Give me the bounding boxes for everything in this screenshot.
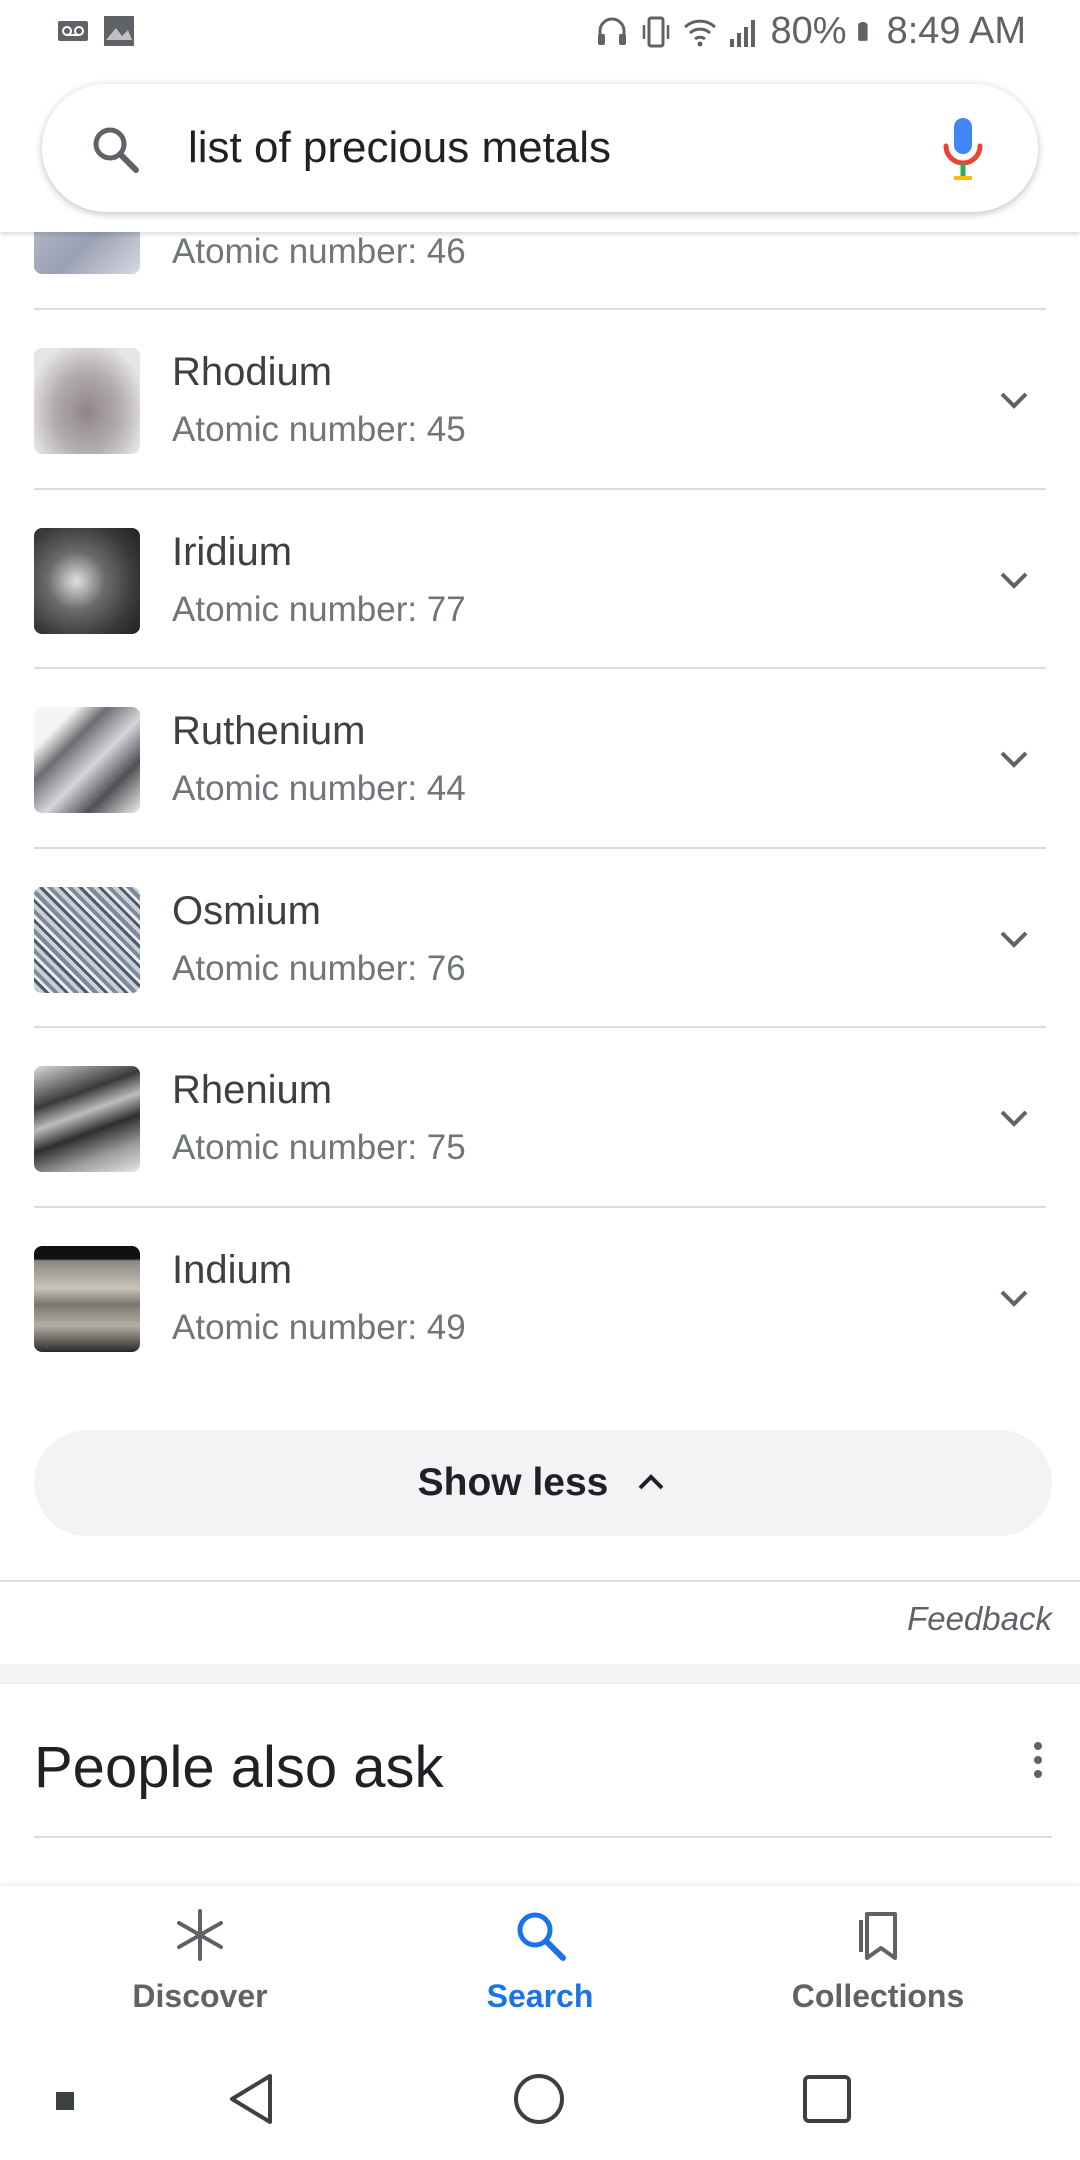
more-options-icon[interactable] [1032,1740,1044,1780]
atomic-number: Atomic number: 44 [172,769,466,808]
image-notification-icon [104,16,134,46]
signal-icon [729,19,755,47]
list-item[interactable]: Indium Atomic number: 49 [34,1208,1046,1388]
bottom-navigation: Discover Search Collections [0,1886,1080,2046]
nav-search[interactable]: Search [410,1906,670,2015]
system-navigation-bar [0,2046,1080,2160]
indium-thumbnail [34,1245,140,1352]
search-box[interactable] [42,84,1038,212]
atomic-number: Atomic number: 76 [172,948,466,988]
atomic-number: Atomic number: 49 [172,1307,466,1347]
nav-collections-label: Collections [791,1978,965,2014]
small-square-icon[interactable] [54,2090,76,2112]
iridium-thumbnail [34,527,140,634]
wifi-icon [683,19,716,46]
status-left-icons [56,14,136,48]
recents-square-icon[interactable] [800,2072,854,2126]
chevron-up-icon [638,1474,664,1490]
voicemail-icon [58,21,88,41]
atomic-number: Atomic number: 46 [172,232,466,271]
search-input[interactable] [188,112,868,184]
chevron-down-icon[interactable] [996,741,1032,777]
battery-icon [857,21,868,41]
list-item[interactable]: Ruthenium Atomic number: 44 [34,669,1046,849]
feedback-link[interactable]: Feedback [907,1600,1052,1638]
status-right-icons: 80% 8:49 AM [595,10,1026,53]
chevron-down-icon[interactable] [996,1100,1032,1136]
atomic-number: Atomic number: 77 [172,589,466,629]
status-bar: 80% 8:49 AM [0,0,1080,66]
metal-name: Ruthenium [172,709,366,753]
metal-name: Rhenium [172,1068,333,1112]
chevron-down-icon[interactable] [996,1280,1032,1316]
rhodium-thumbnail [34,348,140,454]
osmium-thumbnail [34,886,140,993]
list-item[interactable]: Rhodium Atomic number: 45 [34,310,1046,490]
back-triangle-icon[interactable] [226,2072,278,2126]
mic-icon[interactable] [940,116,986,182]
headphones-icon [597,17,626,45]
people-also-ask-title: People also ask [34,1735,444,1800]
show-less-label: Show less [417,1461,609,1504]
ruthenium-thumbnail [34,707,140,813]
chevron-down-icon[interactable] [996,921,1032,957]
divider [0,1580,1080,1582]
metal-name: Rhodium [172,350,333,394]
divider [34,1836,1052,1838]
battery-percent: 80% [770,10,847,52]
nav-search-label: Search [486,1978,594,2014]
list-item[interactable]: Rhenium Atomic number: 75 [34,1028,1046,1208]
atomic-number: Atomic number: 45 [172,410,466,449]
atomic-number: Atomic number: 75 [172,1128,466,1167]
search-icon[interactable] [88,122,142,176]
precious-metals-list: Atomic number: 46 Rhodium Atomic number:… [0,168,1080,1388]
nav-discover[interactable]: Discover [70,1906,330,2015]
section-separator [0,1664,1080,1684]
nav-discover-label: Discover [132,1978,268,2014]
chevron-down-icon[interactable] [996,382,1032,418]
search-icon [517,1912,566,1961]
rhenium-thumbnail [34,1066,140,1172]
clock: 8:49 AM [886,10,1026,52]
nav-collections[interactable]: Collections [748,1906,1008,2015]
metal-name: Iridium [172,529,293,574]
chevron-down-icon[interactable] [996,562,1032,598]
discover-asterisk-icon [177,1909,223,1961]
metal-name: Osmium [172,888,321,933]
collections-bookmark-icon [859,1912,897,1960]
list-item[interactable]: Osmium Atomic number: 76 [34,849,1046,1028]
vibrate-icon [642,16,669,47]
list-item[interactable]: Iridium Atomic number: 77 [34,490,1046,669]
metal-name: Indium [172,1247,293,1292]
show-less-button[interactable]: Show less [34,1430,1052,1536]
search-header [0,66,1080,232]
home-circle-icon[interactable] [512,2072,566,2126]
